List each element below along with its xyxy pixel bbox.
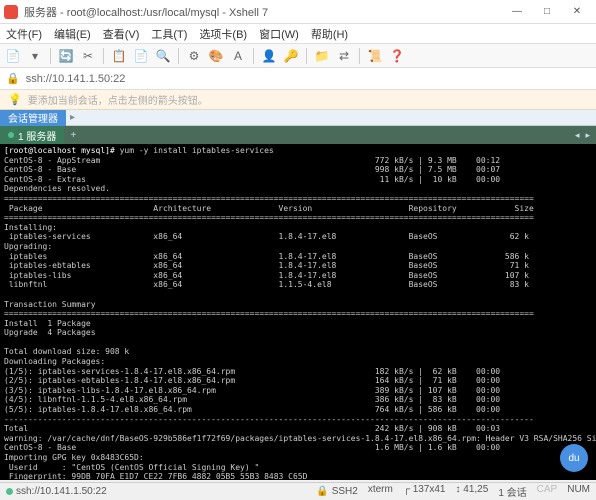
separator	[359, 48, 360, 64]
help-icon[interactable]: ❓	[390, 49, 404, 63]
color-icon[interactable]: 🎨	[209, 49, 223, 63]
status-cap: CAP	[537, 484, 558, 499]
session-manager-label[interactable]: 会话管理器	[0, 110, 66, 126]
lightbulb-icon: 💡	[8, 93, 22, 106]
tab-prev-icon[interactable]: ◂	[573, 130, 582, 141]
menu-help[interactable]: 帮助(H)	[311, 26, 348, 42]
status-num: NUM	[567, 484, 590, 499]
font-icon[interactable]: A	[231, 49, 245, 63]
paste-icon[interactable]: 📄	[134, 49, 148, 63]
separator	[103, 48, 104, 64]
status-connection: ssh://10.141.1.50:22	[6, 486, 107, 497]
close-button[interactable]: ✕	[562, 2, 592, 22]
menu-window[interactable]: 窗口(W)	[259, 26, 299, 42]
tab-next-icon[interactable]: ▸	[583, 130, 592, 141]
hint-text: 要添加当前会话，点击左侧的箭头按钮。	[28, 92, 208, 107]
window-title: 服务器 - root@localhost:/usr/local/mysql - …	[24, 4, 502, 20]
new-session-icon[interactable]: 📄	[6, 49, 20, 63]
copy-icon[interactable]: 📋	[112, 49, 126, 63]
hint-bar: 💡 要添加当前会话，点击左侧的箭头按钮。	[0, 90, 596, 110]
status-ssh: 🔒 SSH2	[316, 484, 358, 499]
app-icon	[4, 5, 18, 19]
status-pos: ↕ 41,25	[456, 484, 489, 499]
disconnect-icon[interactable]: ✂	[81, 49, 95, 63]
address-bar: 🔒 ssh://10.141.1.50:22	[0, 68, 596, 90]
minimize-button[interactable]: —	[502, 2, 532, 22]
menu-tabs[interactable]: 选项卡(B)	[199, 26, 247, 42]
menu-view[interactable]: 查看(V)	[103, 26, 140, 42]
connected-dot-icon	[8, 132, 14, 138]
status-dot-icon	[6, 488, 13, 495]
separator	[306, 48, 307, 64]
maximize-button[interactable]: □	[532, 2, 562, 22]
address-text[interactable]: ssh://10.141.1.50:22	[26, 73, 126, 85]
user-icon[interactable]: 👤	[262, 49, 276, 63]
session-manager-bar: 会话管理器 ▸	[0, 110, 596, 126]
lock-icon: 🔒	[6, 72, 20, 85]
script-icon[interactable]: 📜	[368, 49, 382, 63]
floating-du-button[interactable]: du	[560, 444, 588, 472]
folder-icon[interactable]: 📁	[315, 49, 329, 63]
separator	[253, 48, 254, 64]
status-term: xterm	[368, 484, 393, 499]
dropdown-icon[interactable]: ▾	[28, 49, 42, 63]
separator	[178, 48, 179, 64]
tab-session-1[interactable]: 1 服务器	[0, 126, 64, 144]
menu-bar: 文件(F) 编辑(E) 查看(V) 工具(T) 选项卡(B) 窗口(W) 帮助(…	[0, 24, 596, 44]
menu-file[interactable]: 文件(F)	[6, 26, 42, 42]
reconnect-icon[interactable]: 🔄	[59, 49, 73, 63]
status-session: 1 会话	[498, 484, 526, 499]
collapse-icon[interactable]: ▸	[66, 112, 79, 123]
status-bar: ssh://10.141.1.50:22 🔒 SSH2 xterm ┌ 137x…	[0, 482, 596, 500]
key-icon[interactable]: 🔑	[284, 49, 298, 63]
menu-tools[interactable]: 工具(T)	[151, 26, 187, 42]
transfer-icon[interactable]: ⇄	[337, 49, 351, 63]
properties-icon[interactable]: ⚙	[187, 49, 201, 63]
separator	[50, 48, 51, 64]
toolbar: 📄 ▾ 🔄 ✂ 📋 📄 🔍 ⚙ 🎨 A 👤 🔑 📁 ⇄ 📜 ❓	[0, 44, 596, 68]
terminal-output[interactable]: [root@localhost mysql]# yum -y install i…	[0, 144, 596, 480]
new-tab-button[interactable]: +	[64, 130, 82, 141]
window-titlebar: 服务器 - root@localhost:/usr/local/mysql - …	[0, 0, 596, 24]
status-size: ┌ 137x41	[403, 484, 446, 499]
menu-edit[interactable]: 编辑(E)	[54, 26, 91, 42]
search-icon[interactable]: 🔍	[156, 49, 170, 63]
tab-label: 1 服务器	[18, 128, 56, 143]
tab-bar: 1 服务器 + ◂ ▸	[0, 126, 596, 144]
